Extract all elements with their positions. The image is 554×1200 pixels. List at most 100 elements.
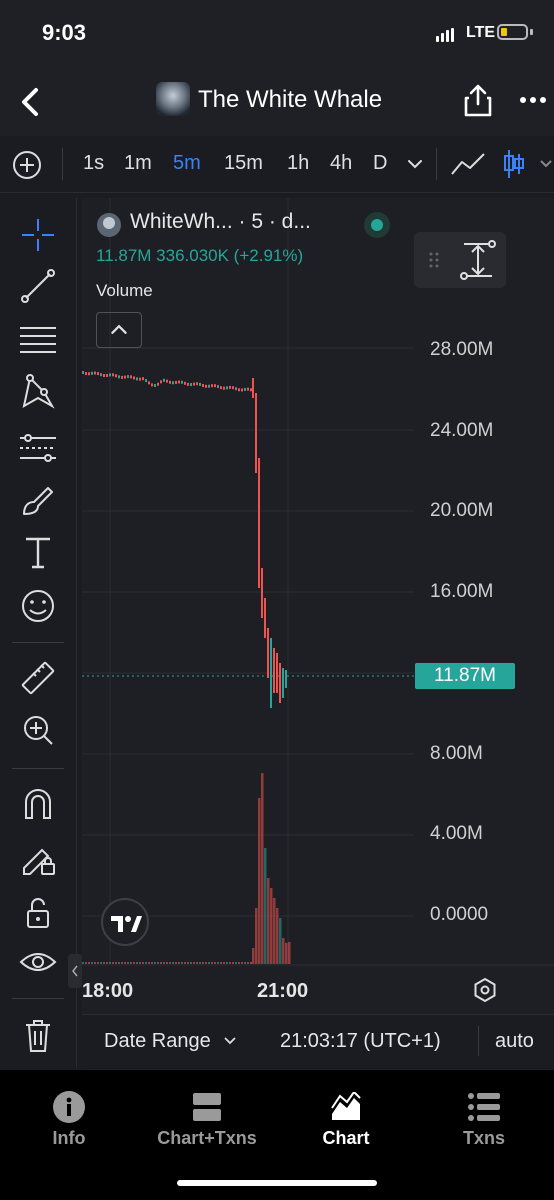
- ruler-icon[interactable]: [18, 658, 58, 698]
- volume-bar: [97, 962, 99, 964]
- candle: [247, 387, 249, 391]
- y-axis-label: 16.00M: [430, 581, 494, 602]
- interval-5m[interactable]: 5m: [173, 152, 201, 175]
- interval-1h[interactable]: 1h: [287, 152, 309, 175]
- network-label: LTE: [466, 24, 496, 41]
- more-toolbar-chevron-icon[interactable]: [538, 156, 554, 172]
- chart-settings-icon[interactable]: [472, 977, 498, 1003]
- candle: [103, 374, 105, 378]
- volume-label[interactable]: Volume: [96, 281, 153, 301]
- interval-15m[interactable]: 15m: [224, 152, 263, 175]
- volume-bar: [136, 962, 138, 964]
- trash-icon[interactable]: [18, 1016, 58, 1056]
- volume-bar: [142, 962, 144, 964]
- emoji-icon[interactable]: [18, 586, 58, 626]
- add-indicator-button[interactable]: [12, 150, 42, 180]
- market-status-indicator: [364, 212, 390, 238]
- volume-bar: [121, 962, 123, 964]
- token-mini-avatar: [97, 213, 121, 237]
- candle: [154, 383, 156, 387]
- collapse-legend-button[interactable]: [96, 312, 142, 348]
- candle: [211, 384, 213, 388]
- crosshair-icon[interactable]: [18, 215, 58, 255]
- info-icon: [53, 1091, 85, 1123]
- volume-bar: [175, 962, 177, 964]
- x-axis-label: 18:00: [82, 980, 134, 1002]
- interval-1m[interactable]: 1m: [124, 152, 152, 175]
- volume-bar: [82, 962, 84, 964]
- candle: [130, 375, 132, 379]
- area-chart-icon: [331, 1092, 361, 1120]
- candle: [279, 663, 281, 703]
- volume-bar: [139, 962, 141, 964]
- pattern-icon[interactable]: [18, 372, 58, 412]
- line-chart-type-icon[interactable]: [450, 150, 486, 178]
- candle: [276, 653, 278, 693]
- share-button[interactable]: [462, 82, 494, 118]
- volume-bar: [261, 773, 264, 964]
- interval-dropdown-icon[interactable]: [405, 156, 425, 172]
- candle: [220, 386, 222, 390]
- price-scale-tool-button[interactable]: [414, 232, 506, 288]
- candle: [184, 381, 186, 385]
- trend-line-icon[interactable]: [18, 266, 58, 306]
- volume-bar: [169, 962, 171, 964]
- lock-drawing-icon[interactable]: [18, 838, 58, 878]
- brush-icon[interactable]: [18, 480, 58, 520]
- y-axis-label: 28.00M: [430, 339, 494, 360]
- interval-1s[interactable]: 1s: [83, 152, 104, 175]
- volume-bar: [148, 962, 150, 964]
- y-axis-label: 0.0000: [430, 904, 489, 925]
- interval-4h[interactable]: 4h: [330, 152, 352, 175]
- legend-symbol[interactable]: WhiteWh... · 5 · d...: [130, 210, 311, 234]
- fib-levels-icon[interactable]: [18, 320, 58, 360]
- candle: [217, 385, 219, 389]
- candle: [223, 386, 225, 390]
- candle: [250, 388, 252, 392]
- volume-bar: [273, 898, 276, 964]
- x-axis-label: 21:00: [257, 980, 309, 1002]
- volume-bar: [190, 962, 192, 964]
- date-range-button[interactable]: Date Range: [104, 1030, 238, 1053]
- unlock-icon[interactable]: [18, 893, 58, 933]
- volume-bar: [106, 962, 108, 964]
- volume-bar: [238, 962, 240, 964]
- volume-bar: [214, 962, 216, 964]
- interval-d[interactable]: D: [373, 152, 387, 175]
- projection-icon[interactable]: [18, 428, 58, 468]
- y-axis-label: 20.00M: [430, 500, 494, 521]
- candle: [202, 384, 204, 388]
- volume-bar: [282, 938, 285, 964]
- eye-icon[interactable]: [18, 944, 58, 984]
- magnet-icon[interactable]: [18, 784, 58, 824]
- volume-bar: [163, 962, 165, 964]
- volume-bar: [205, 962, 207, 964]
- candle: [273, 648, 275, 693]
- back-button[interactable]: [16, 82, 46, 122]
- list-icon: [468, 1093, 500, 1121]
- volume-bar: [202, 962, 204, 964]
- volume-bar: [187, 962, 189, 964]
- volume-bar: [255, 908, 258, 964]
- volume-bar: [118, 962, 120, 964]
- timezone-clock[interactable]: 21:03:17 (UTC+1): [280, 1030, 441, 1053]
- page-title: The White Whale: [198, 86, 383, 113]
- volume-bar: [258, 798, 261, 964]
- text-tool-icon[interactable]: [18, 533, 58, 573]
- candle: [214, 384, 216, 388]
- candle: [85, 372, 87, 376]
- candle: [199, 382, 201, 386]
- volume-bar: [133, 962, 135, 964]
- auto-scale-button[interactable]: auto: [495, 1030, 534, 1053]
- volume-bar: [208, 962, 210, 964]
- candles-chart-type-icon[interactable]: [502, 148, 526, 180]
- zoom-in-icon[interactable]: [18, 710, 58, 750]
- y-axis-label: 8.00M: [430, 743, 483, 764]
- volume-bar: [112, 962, 114, 964]
- more-options-button[interactable]: [518, 88, 548, 112]
- split-view-icon: [193, 1093, 221, 1121]
- candle: [175, 380, 177, 384]
- price-chart: [82, 198, 554, 966]
- toggle-tools-panel-button[interactable]: [68, 954, 82, 988]
- tradingview-logo[interactable]: [101, 898, 149, 946]
